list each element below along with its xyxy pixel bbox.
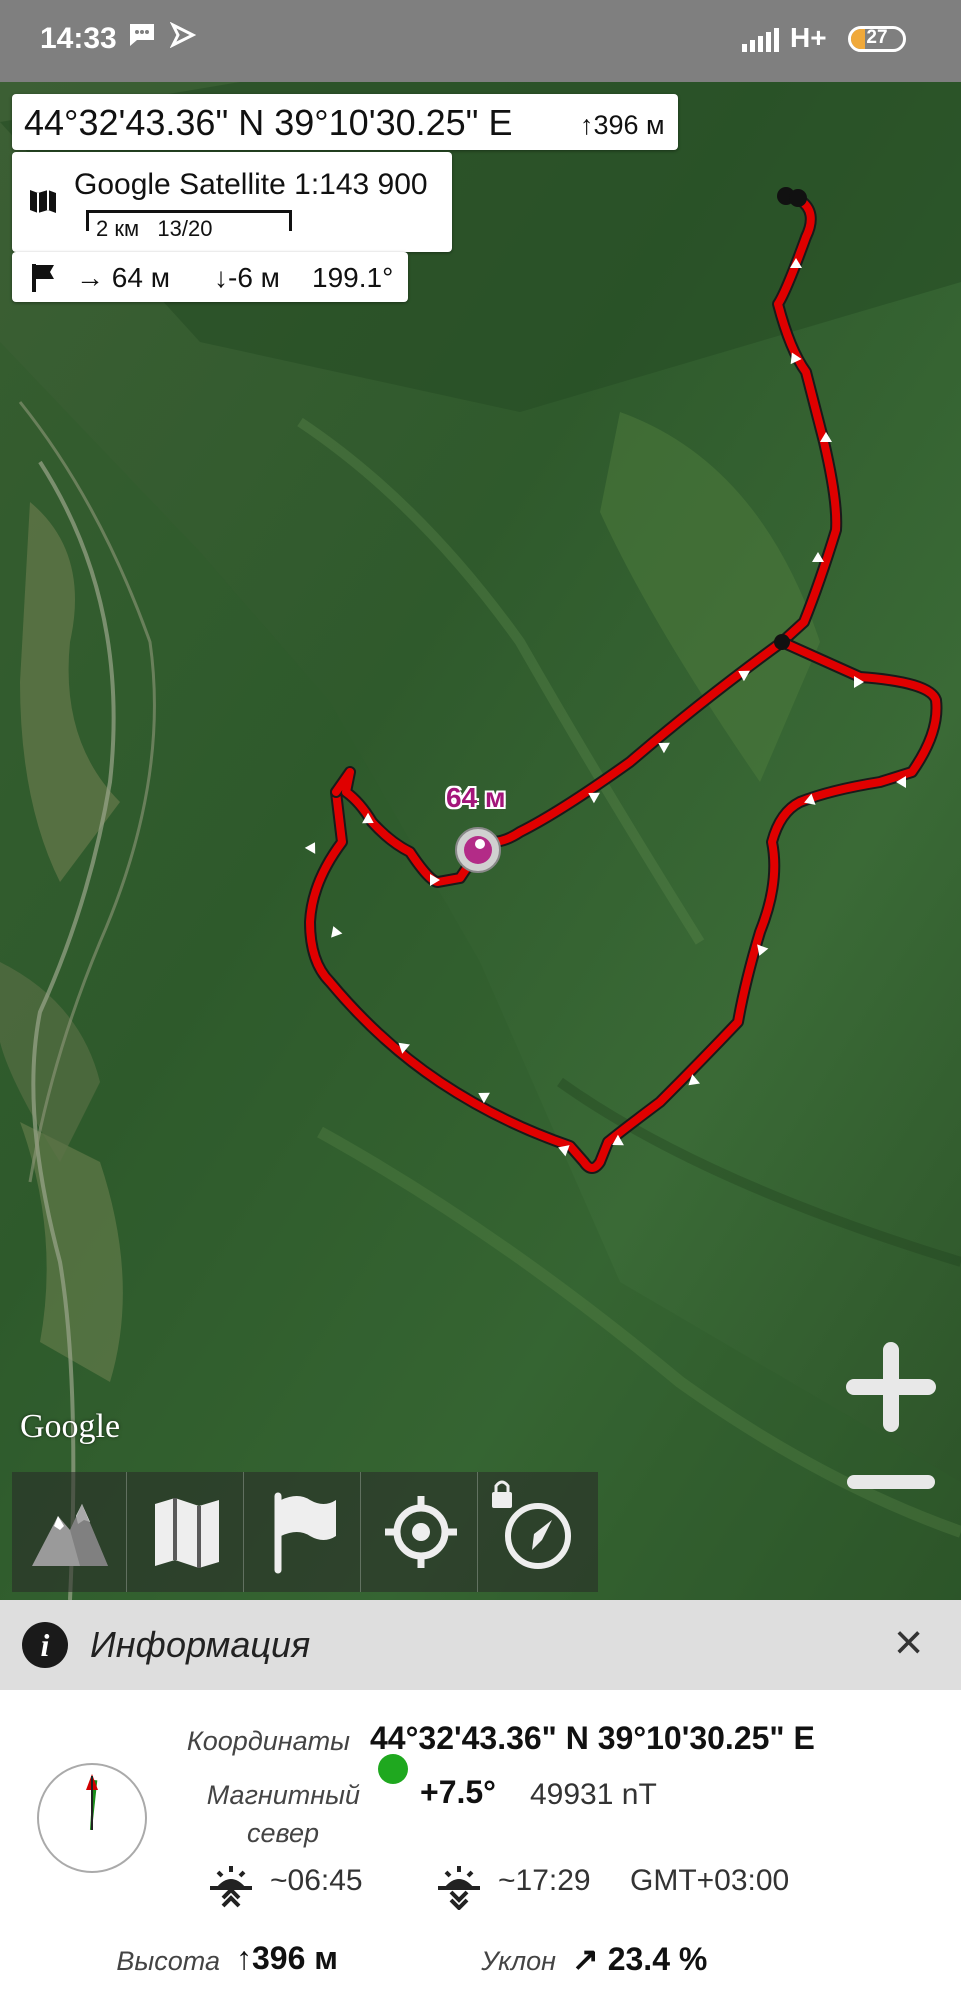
coordinates-value: 44°32'43.36" N 39°10'30.25" E (370, 1720, 815, 1756)
sunrise-icon (206, 1860, 256, 1915)
slope-label: Уклон (481, 1946, 556, 1976)
track-distance-label: 64 м (446, 782, 506, 813)
slope-value: ↗ 23.4 % (572, 1941, 708, 1977)
sunrise-time: ~06:45 (270, 1864, 363, 1897)
coordinates-panel[interactable]: 44°32'43.36" N 39°10'30.25" E ↑396 м (12, 94, 678, 150)
sunset-time: ~17:29 (498, 1864, 591, 1897)
altitude-label: Высота (116, 1946, 220, 1976)
battery-level: 27 (866, 27, 888, 48)
info-panel: Координаты 44°32'43.36" N 39°10'30.25" E… (0, 1690, 961, 2000)
map-coordinates: 44°32'43.36" N 39°10'30.25" E (24, 102, 513, 143)
timezone: GMT+03:00 (630, 1864, 790, 1897)
magnetic-status-icon (378, 1754, 408, 1784)
magnetic-label-2: север (246, 1818, 320, 1848)
signal-icon (742, 28, 782, 57)
lock-icon (492, 1480, 512, 1508)
magnetic-label: Магнитный (206, 1780, 360, 1810)
compass-icon (492, 1480, 571, 1569)
satellite-imagery (0, 82, 961, 1600)
mountain-icon (32, 1504, 108, 1566)
info-header: i Информация × (0, 1600, 961, 1690)
waypoints-button[interactable] (246, 1472, 361, 1592)
maps-button[interactable] (129, 1472, 244, 1592)
navigation-icon (169, 21, 197, 55)
compass-icon (34, 1760, 150, 1881)
plus-icon (846, 1342, 936, 1432)
current-position-marker[interactable] (455, 827, 501, 873)
status-bar: 14:33 H+ 27 (0, 0, 961, 82)
map-layer-name: Google Satellite 1:143 900 (74, 168, 428, 201)
map-icon (28, 186, 58, 221)
altitude-value: ↑396 м (236, 1940, 338, 1976)
map-layer-panel[interactable]: Google Satellite 1:143 900 2 км 13/20 (12, 152, 452, 252)
target-bearing: 199.1° (312, 262, 394, 293)
navigation-panel[interactable]: → 64 м ↓-6 м 199.1° (12, 252, 408, 302)
flag-icon (30, 262, 58, 297)
coordinates-label: Координаты (186, 1726, 350, 1756)
info-title: Информация (90, 1624, 311, 1665)
track-junction-point[interactable] (774, 634, 790, 650)
zoom-in-button[interactable] (846, 1342, 936, 1432)
google-logo: Google (20, 1408, 121, 1445)
map-icon (155, 1498, 219, 1568)
map-toolbar (12, 1472, 598, 1592)
locate-button[interactable] (363, 1472, 478, 1592)
zoom-out-button[interactable] (846, 1462, 936, 1502)
status-time: 14:33 (40, 22, 117, 55)
flag-icon (274, 1492, 336, 1574)
battery-icon: 27 (848, 26, 906, 52)
info-icon: i (22, 1622, 68, 1668)
declination-value: +7.5° (420, 1774, 496, 1810)
close-button[interactable]: × (894, 1614, 923, 1670)
scale-label: 2 км 13/20 (96, 216, 213, 241)
target-elevation-change: ↓-6 м (214, 262, 280, 293)
minus-icon (847, 1475, 935, 1489)
magnetic-field-value: 49931 nT (530, 1778, 657, 1811)
network-type: H+ (790, 22, 827, 53)
message-icon (128, 22, 156, 55)
sunset-icon (434, 1860, 484, 1915)
terrain-button[interactable] (12, 1472, 127, 1592)
compass-button[interactable] (480, 1472, 595, 1592)
map-view[interactable]: 44°32'43.36" N 39°10'30.25" E ↑396 м Goo… (0, 82, 961, 1600)
target-distance: → 64 м (76, 262, 170, 293)
crosshair-icon (385, 1496, 457, 1568)
map-altitude: ↑396 м (580, 110, 665, 140)
